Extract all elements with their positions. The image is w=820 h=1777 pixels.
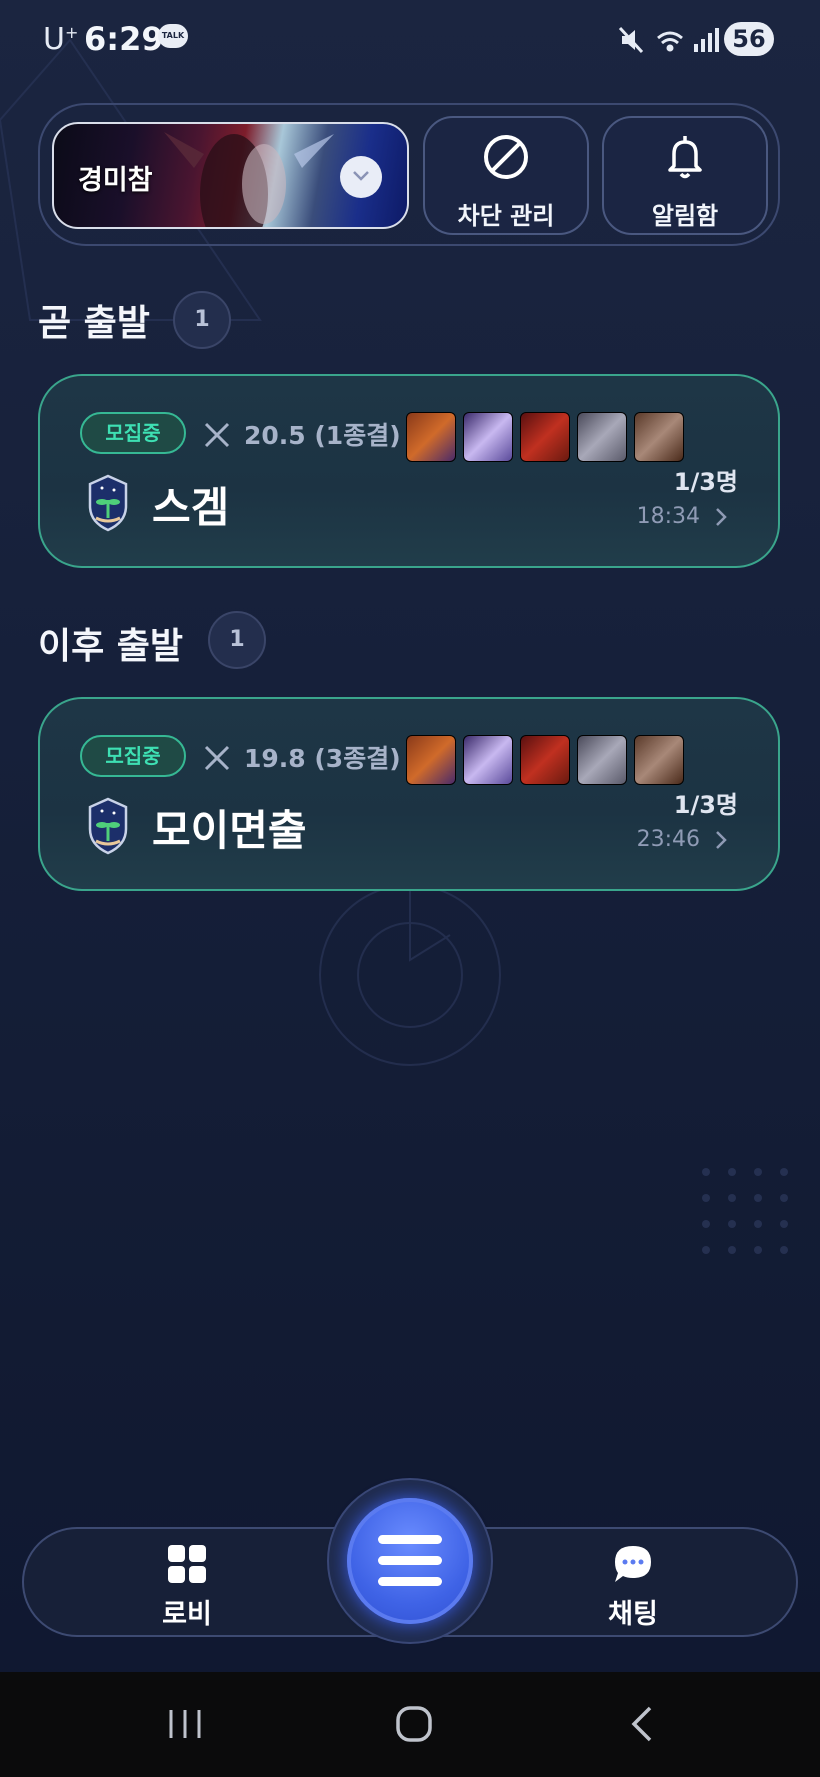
- nav-lobby-label: 로비: [162, 1599, 212, 1630]
- party-card[interactable]: 모집중 19.8 (3종결) 모이면출 1/3명 23:46: [38, 697, 780, 891]
- battery-indicator: 56: [724, 22, 774, 56]
- section-count-badge: 1: [173, 291, 231, 349]
- item-icon-1: [406, 412, 456, 462]
- section-title-departing-soon: 곧 출발: [38, 303, 150, 344]
- kakaotalk-icon: TALK: [158, 24, 188, 48]
- item-icon-3: [520, 735, 570, 785]
- combat-score: 19.8 (3종결): [244, 744, 401, 773]
- status-icons: [618, 26, 719, 54]
- chevron-right-icon: [716, 831, 727, 849]
- nav-lobby[interactable]: 로비: [130, 1543, 244, 1631]
- block-management-button[interactable]: 차단 관리: [423, 116, 589, 235]
- chevron-down-icon[interactable]: [340, 156, 382, 198]
- item-icon-4: [577, 412, 627, 462]
- member-count: 1/3명: [673, 791, 738, 819]
- block-management-label: 차단 관리: [457, 202, 555, 230]
- combat-score: 20.5 (1종결): [244, 421, 401, 450]
- guild-emblem-icon: [88, 474, 128, 532]
- hamburger-menu-icon: [378, 1535, 442, 1586]
- item-icon-5: [634, 735, 684, 785]
- back-icon[interactable]: [628, 1704, 658, 1744]
- wifi-icon: [657, 31, 683, 52]
- status-bar: U+ 6:29 TALK 56: [0, 0, 820, 80]
- status-badge: 모집중: [80, 412, 186, 454]
- chat-bubble-icon: [615, 1546, 651, 1582]
- guild-emblem-icon: [88, 797, 128, 855]
- item-icon-4: [577, 735, 627, 785]
- notifications-label: 알림함: [651, 202, 719, 230]
- system-nav-bar: [0, 1672, 820, 1777]
- swords-icon: [204, 422, 230, 448]
- member-count: 1/3명: [673, 468, 738, 496]
- chevron-right-icon: [716, 508, 727, 526]
- grid-icon: [168, 1545, 206, 1583]
- signal-icon: [694, 28, 719, 52]
- recent-apps-icon[interactable]: [165, 1706, 205, 1742]
- clock: 6:29: [84, 20, 164, 58]
- mute-icon: [618, 26, 644, 54]
- departure-time: 23:46: [636, 827, 700, 852]
- item-icon-2: [463, 735, 513, 785]
- nav-chat[interactable]: 채팅: [576, 1543, 690, 1631]
- nav-chat-label: 채팅: [608, 1599, 658, 1630]
- profile-name: 경미참: [78, 165, 153, 196]
- item-icon-2: [463, 412, 513, 462]
- menu-button[interactable]: [347, 1498, 473, 1624]
- departure-time: 18:34: [636, 504, 700, 529]
- party-name: 스겜: [152, 483, 230, 532]
- status-badge: 모집중: [80, 735, 186, 777]
- item-icon-3: [520, 412, 570, 462]
- carrier-label: U+: [43, 22, 79, 57]
- item-icon-5: [634, 412, 684, 462]
- swords-icon: [204, 745, 230, 771]
- notifications-button[interactable]: 알림함: [602, 116, 768, 235]
- section-count-badge: 1: [208, 611, 266, 669]
- item-icon-1: [406, 735, 456, 785]
- profile-selector[interactable]: 경미참: [52, 122, 409, 229]
- section-title-departing-later: 이후 출발: [38, 626, 184, 667]
- bell-icon: [668, 136, 702, 179]
- party-name: 모이면출: [152, 806, 307, 855]
- home-icon[interactable]: [394, 1704, 434, 1744]
- block-icon: [484, 135, 528, 179]
- party-card[interactable]: 모집중 20.5 (1종결) 스겜 1/3명 18:34: [38, 374, 780, 568]
